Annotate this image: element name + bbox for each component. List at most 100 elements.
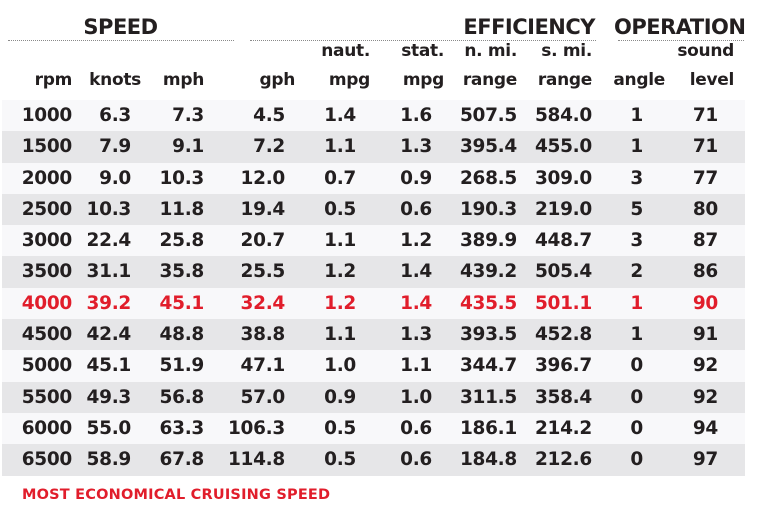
cell-angle: 3 — [630, 167, 643, 189]
cell-gph: 20.7 — [240, 230, 286, 252]
cell-knots: 55.0 — [86, 417, 132, 439]
column-header-naut_mpg-line1: naut. — [321, 41, 370, 61]
cell-sound: 91 — [692, 324, 718, 346]
cell-sound: 80 — [692, 198, 718, 220]
cell-naut_mpg: 1.2 — [324, 292, 356, 314]
cell-mph: 9.1 — [172, 136, 204, 158]
cell-mph: 11.8 — [159, 198, 205, 220]
column-header-naut_mpg: mpg — [328, 70, 370, 90]
cell-angle: 1 — [630, 324, 643, 346]
cell-stat_mpg: 1.0 — [400, 386, 432, 408]
column-header-nmi_range-line1: n. mi. — [464, 41, 517, 61]
cell-gph: 114.8 — [227, 449, 285, 471]
cell-knots: 9.0 — [99, 167, 131, 189]
table-row: 3000 22.4 25.8 20.7 1.1 1.2 389.9 448.7 3 87 — [2, 225, 745, 257]
cell-sound: 92 — [692, 355, 718, 377]
cell-sound: 87 — [692, 230, 718, 252]
cell-stat_mpg: 0.6 — [400, 417, 432, 439]
table-row: 3500 31.1 35.8 25.5 1.2 1.4 439.2 505.4 2 86 — [2, 256, 745, 288]
footnote-legend: MOST ECONOMICAL CRUISING SPEED — [22, 487, 331, 503]
cell-mph: 67.8 — [159, 449, 205, 471]
table-row-highlighted: 4000 39.2 45.1 32.4 1.2 1.4 435.5 501.1 1 90 — [2, 287, 745, 320]
cell-nmi_range: 507.5 — [459, 105, 517, 126]
cell-sound: 71 — [692, 105, 718, 126]
cell-knots: 6.3 — [99, 105, 131, 126]
table-body: 1000 6.3 7.3 4.5 1.4 1.6 507.5 584.0 1 71 1500 7.9 9… — [2, 100, 745, 476]
cell-gph: 47.1 — [240, 355, 286, 377]
cell-mph: 10.3 — [159, 167, 205, 189]
cell-sound: 94 — [692, 417, 718, 439]
cell-gph: 25.5 — [240, 261, 286, 283]
cell-mph: 25.8 — [159, 230, 205, 252]
table-row: 2500 10.3 11.8 19.4 0.5 0.6 190.3 219.0 5 80 — [2, 193, 745, 226]
cell-angle: 0 — [630, 355, 643, 377]
table-row: 2000 9.0 10.3 12.0 0.7 0.9 268.5 309.0 3 77 — [2, 162, 745, 194]
cell-gph: 19.4 — [240, 198, 286, 220]
cell-angle: 1 — [630, 105, 643, 126]
cell-sound: 71 — [692, 136, 718, 158]
cell-angle: 2 — [630, 261, 643, 283]
cell-knots: 39.2 — [86, 292, 132, 314]
cell-gph: 4.5 — [253, 105, 285, 126]
table-row: 5500 49.3 56.8 57.0 0.9 1.0 311.5 358.4 0 92 — [2, 381, 745, 413]
cell-mph: 63.3 — [159, 417, 205, 439]
cell-sound: 77 — [692, 167, 718, 189]
cell-stat_mpg: 0.6 — [400, 449, 432, 471]
cell-nmi_range: 190.3 — [459, 198, 517, 220]
cell-sound: 92 — [692, 386, 718, 408]
cell-knots: 58.9 — [86, 449, 132, 471]
column-header-stat_mpg: mpg — [402, 70, 444, 90]
column-header-rpm: rpm — [34, 70, 73, 90]
cell-naut_mpg: 0.5 — [324, 449, 356, 471]
cell-naut_mpg: 0.5 — [324, 417, 356, 439]
table-row: 5000 45.1 51.9 47.1 1.0 1.1 344.7 396.7 0 92 — [2, 350, 745, 382]
cell-mph: 45.1 — [159, 292, 205, 314]
cell-stat_mpg: 0.9 — [400, 167, 432, 189]
cell-gph: 106.3 — [227, 417, 285, 439]
cell-naut_mpg: 1.4 — [324, 105, 356, 126]
column-header-knots: knots — [89, 70, 141, 90]
cell-sound: 97 — [692, 449, 718, 471]
cell-gph: 7.2 — [253, 136, 285, 158]
cell-gph: 32.4 — [240, 292, 286, 314]
cell-stat_mpg: 1.1 — [400, 355, 432, 377]
table-row: 6500 58.9 67.8 114.8 0.5 0.6 184.8 212.6 0 97 — [2, 444, 745, 476]
column-header-sound: level — [689, 70, 735, 90]
column-header-mph: mph — [162, 70, 204, 90]
column-header-smi_range: range — [537, 70, 592, 90]
cell-stat_mpg: 1.6 — [400, 105, 432, 126]
group-title-operation: OPERATION — [614, 15, 746, 39]
cell-nmi_range: 393.5 — [459, 324, 517, 346]
cell-nmi_range: 311.5 — [459, 386, 517, 408]
cell-mph: 7.3 — [172, 105, 204, 126]
cell-knots: 7.9 — [99, 136, 131, 158]
column-header-sound-line1: sound — [677, 41, 734, 61]
cell-nmi_range: 268.5 — [459, 167, 517, 189]
cell-knots: 22.4 — [86, 230, 132, 252]
cell-angle: 3 — [630, 230, 643, 252]
group-title-efficiency: EFFICIENCY — [463, 15, 595, 39]
cell-naut_mpg: 1.0 — [324, 355, 356, 377]
cell-nmi_range: 439.2 — [459, 261, 517, 283]
cell-knots: 49.3 — [86, 386, 132, 408]
cell-stat_mpg: 1.2 — [400, 230, 432, 252]
cell-gph: 12.0 — [240, 167, 286, 189]
cell-mph: 35.8 — [159, 261, 205, 283]
cell-angle: 1 — [630, 136, 643, 158]
cell-nmi_range: 389.9 — [459, 230, 517, 252]
cell-knots: 42.4 — [86, 324, 132, 346]
cell-stat_mpg: 1.3 — [400, 324, 432, 346]
cell-mph: 51.9 — [159, 355, 205, 377]
cell-naut_mpg: 0.5 — [324, 198, 356, 220]
cell-nmi_range: 395.4 — [459, 136, 517, 158]
cell-naut_mpg: 0.9 — [324, 386, 356, 408]
cell-knots: 31.1 — [86, 261, 132, 283]
column-header-stat_mpg-line1: stat. — [401, 41, 444, 61]
cell-knots: 10.3 — [86, 198, 132, 220]
group-title-speed: SPEED — [83, 15, 158, 39]
cell-naut_mpg: 1.1 — [324, 324, 356, 346]
table-row: 1500 7.9 9.1 7.2 1.1 1.3 395.4 455.0 1 71 — [2, 131, 745, 163]
cell-naut_mpg: 1.1 — [324, 136, 356, 158]
cell-nmi_range: 344.7 — [459, 355, 517, 377]
cell-naut_mpg: 1.2 — [324, 261, 356, 283]
